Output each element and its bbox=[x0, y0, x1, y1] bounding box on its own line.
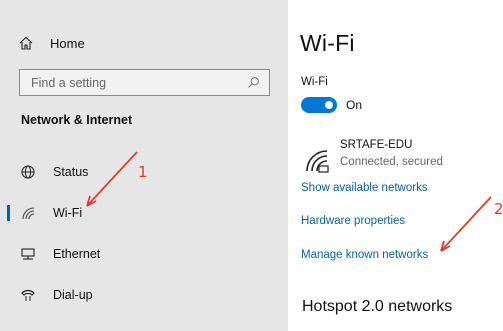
sidebar-item-label: Dial-up bbox=[53, 288, 93, 302]
search-placeholder: Find a setting bbox=[31, 75, 107, 90]
section-title: Network & Internet bbox=[21, 113, 133, 127]
wifi-settings-panel: Wi-Fi Wi-Fi On SRTAFE-EDU Connected, sec… bbox=[288, 0, 503, 331]
toggle-knob bbox=[325, 101, 333, 109]
hotspot-heading: Hotspot 2.0 networks bbox=[302, 298, 453, 315]
manage-known-networks-link[interactable]: Manage known networks bbox=[301, 249, 428, 261]
annotation-number-1: 1 bbox=[138, 163, 148, 181]
sidebar-item-label: Wi-Fi bbox=[53, 206, 83, 220]
sidebar-item-ethernet[interactable]: Ethernet bbox=[0, 234, 288, 274]
network-name: SRTAFE-EDU bbox=[340, 139, 413, 151]
network-status: Connected, secured bbox=[340, 156, 443, 168]
sidebar-item-wifi[interactable]: Wi-Fi bbox=[0, 193, 288, 233]
phone-icon bbox=[20, 287, 36, 303]
wifi-icon bbox=[20, 205, 36, 221]
globe-icon bbox=[20, 164, 36, 180]
sidebar-item-label: Status bbox=[53, 165, 89, 179]
settings-sidebar: Home Find a setting Network & Internet S… bbox=[0, 0, 288, 331]
annotation-number-2: 2 bbox=[494, 200, 503, 218]
sidebar-item-dialup[interactable]: Dial-up bbox=[0, 275, 288, 315]
page-title: Wi-Fi bbox=[300, 30, 355, 56]
sidebar-item-label: Ethernet bbox=[53, 247, 101, 261]
search-icon[interactable] bbox=[245, 75, 261, 91]
home-icon bbox=[18, 35, 34, 51]
home-nav[interactable]: Home bbox=[18, 35, 85, 51]
hardware-properties-link[interactable]: Hardware properties bbox=[301, 215, 405, 227]
wifi-toggle[interactable] bbox=[301, 97, 337, 113]
active-indicator bbox=[7, 205, 10, 221]
connected-wifi-icon bbox=[304, 147, 330, 173]
search-input[interactable]: Find a setting bbox=[19, 69, 270, 96]
ethernet-icon bbox=[20, 246, 36, 262]
show-available-networks-link[interactable]: Show available networks bbox=[301, 182, 428, 194]
toggle-state-label: On bbox=[346, 98, 363, 112]
wifi-toggle-label: Wi-Fi bbox=[301, 76, 328, 88]
home-label: Home bbox=[50, 35, 85, 51]
